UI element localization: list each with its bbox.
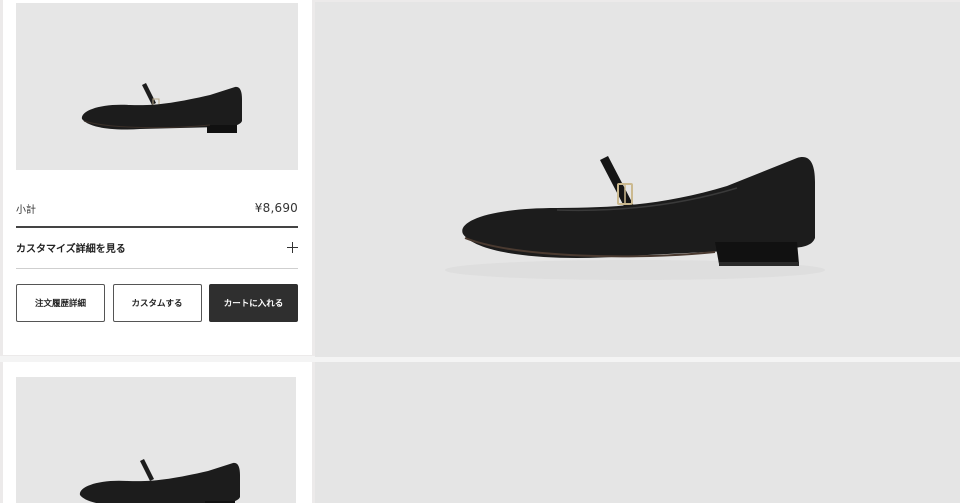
product-card: 小計 ¥8,690 カスタマイズ詳細を見る 注文履歴詳細 カスタムする カートに… xyxy=(3,0,312,355)
shoe-icon xyxy=(81,83,242,133)
divider xyxy=(16,268,298,269)
plus-icon[interactable] xyxy=(287,241,298,253)
action-buttons: 注文履歴詳細 カスタムする カートに入れる xyxy=(16,284,298,322)
customize-details-label: カスタマイズ詳細を見る xyxy=(16,243,126,255)
product-thumbnail[interactable] xyxy=(16,377,296,503)
shoe-icon xyxy=(79,459,240,503)
customize-details-toggle[interactable]: カスタマイズ詳細を見る xyxy=(16,236,298,258)
subtotal-label: 小計 xyxy=(16,204,36,216)
product-hero-image[interactable] xyxy=(315,2,960,357)
product-card xyxy=(3,362,312,503)
shoe-icon xyxy=(445,156,825,280)
price: ¥8,690 xyxy=(254,201,298,215)
add-to-cart-button[interactable]: カートに入れる xyxy=(209,284,298,322)
order-history-button[interactable]: 注文履歴詳細 xyxy=(16,284,105,322)
product-hero-image[interactable] xyxy=(315,362,960,503)
customize-button[interactable]: カスタムする xyxy=(112,284,202,322)
product-thumbnail[interactable] xyxy=(16,3,298,170)
divider xyxy=(16,226,298,228)
subtotal-row: 小計 ¥8,690 xyxy=(16,197,298,219)
